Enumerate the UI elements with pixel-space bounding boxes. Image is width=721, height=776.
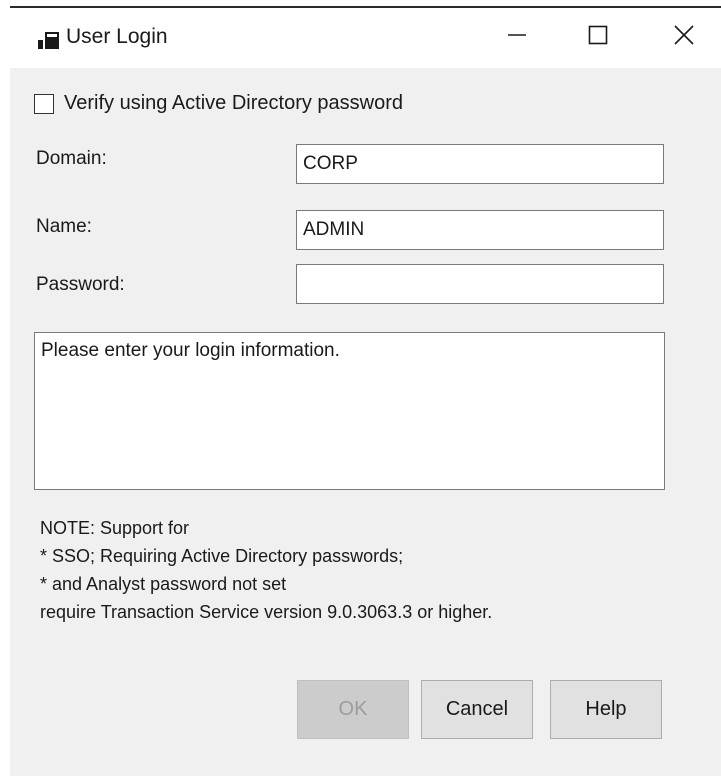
close-icon <box>674 24 694 50</box>
domain-field[interactable] <box>296 144 664 184</box>
status-message-box: Please enter your login information. <box>34 332 665 490</box>
note-line-1: NOTE: Support for <box>40 518 190 538</box>
note-line-3: * and Analyst password not set <box>40 574 287 594</box>
minimize-button[interactable] <box>486 14 548 60</box>
login-window: User Login Verify using Active Directory… <box>0 0 721 776</box>
password-label: Password: <box>36 274 125 295</box>
password-field[interactable] <box>296 264 664 304</box>
domain-label: Domain: <box>36 148 107 169</box>
support-note: NOTE: Support for * SSO; Requiring Activ… <box>40 514 492 626</box>
app-window-icon <box>38 31 62 51</box>
title-bar[interactable]: User Login <box>10 8 721 68</box>
verify-ad-label[interactable]: Verify using Active Directory password <box>64 92 403 115</box>
name-field[interactable] <box>296 210 664 250</box>
window-title: User Login <box>66 25 168 48</box>
cancel-button[interactable]: Cancel <box>421 680 533 739</box>
minimize-icon <box>507 25 527 50</box>
maximize-button[interactable] <box>567 14 629 60</box>
name-label: Name: <box>36 216 92 237</box>
verify-ad-checkbox-row[interactable]: Verify using Active Directory password <box>34 92 403 115</box>
verify-ad-checkbox[interactable] <box>34 93 54 114</box>
note-line-2: * SSO; Requiring Active Directory passwo… <box>40 546 404 566</box>
note-line-4: require Transaction Service version 9.0.… <box>40 602 493 622</box>
help-button[interactable]: Help <box>550 680 662 739</box>
close-button[interactable] <box>653 14 715 60</box>
dialog-client-area: Verify using Active Directory password D… <box>10 68 721 776</box>
maximize-icon <box>588 25 608 50</box>
ok-button[interactable]: OK <box>297 680 409 739</box>
